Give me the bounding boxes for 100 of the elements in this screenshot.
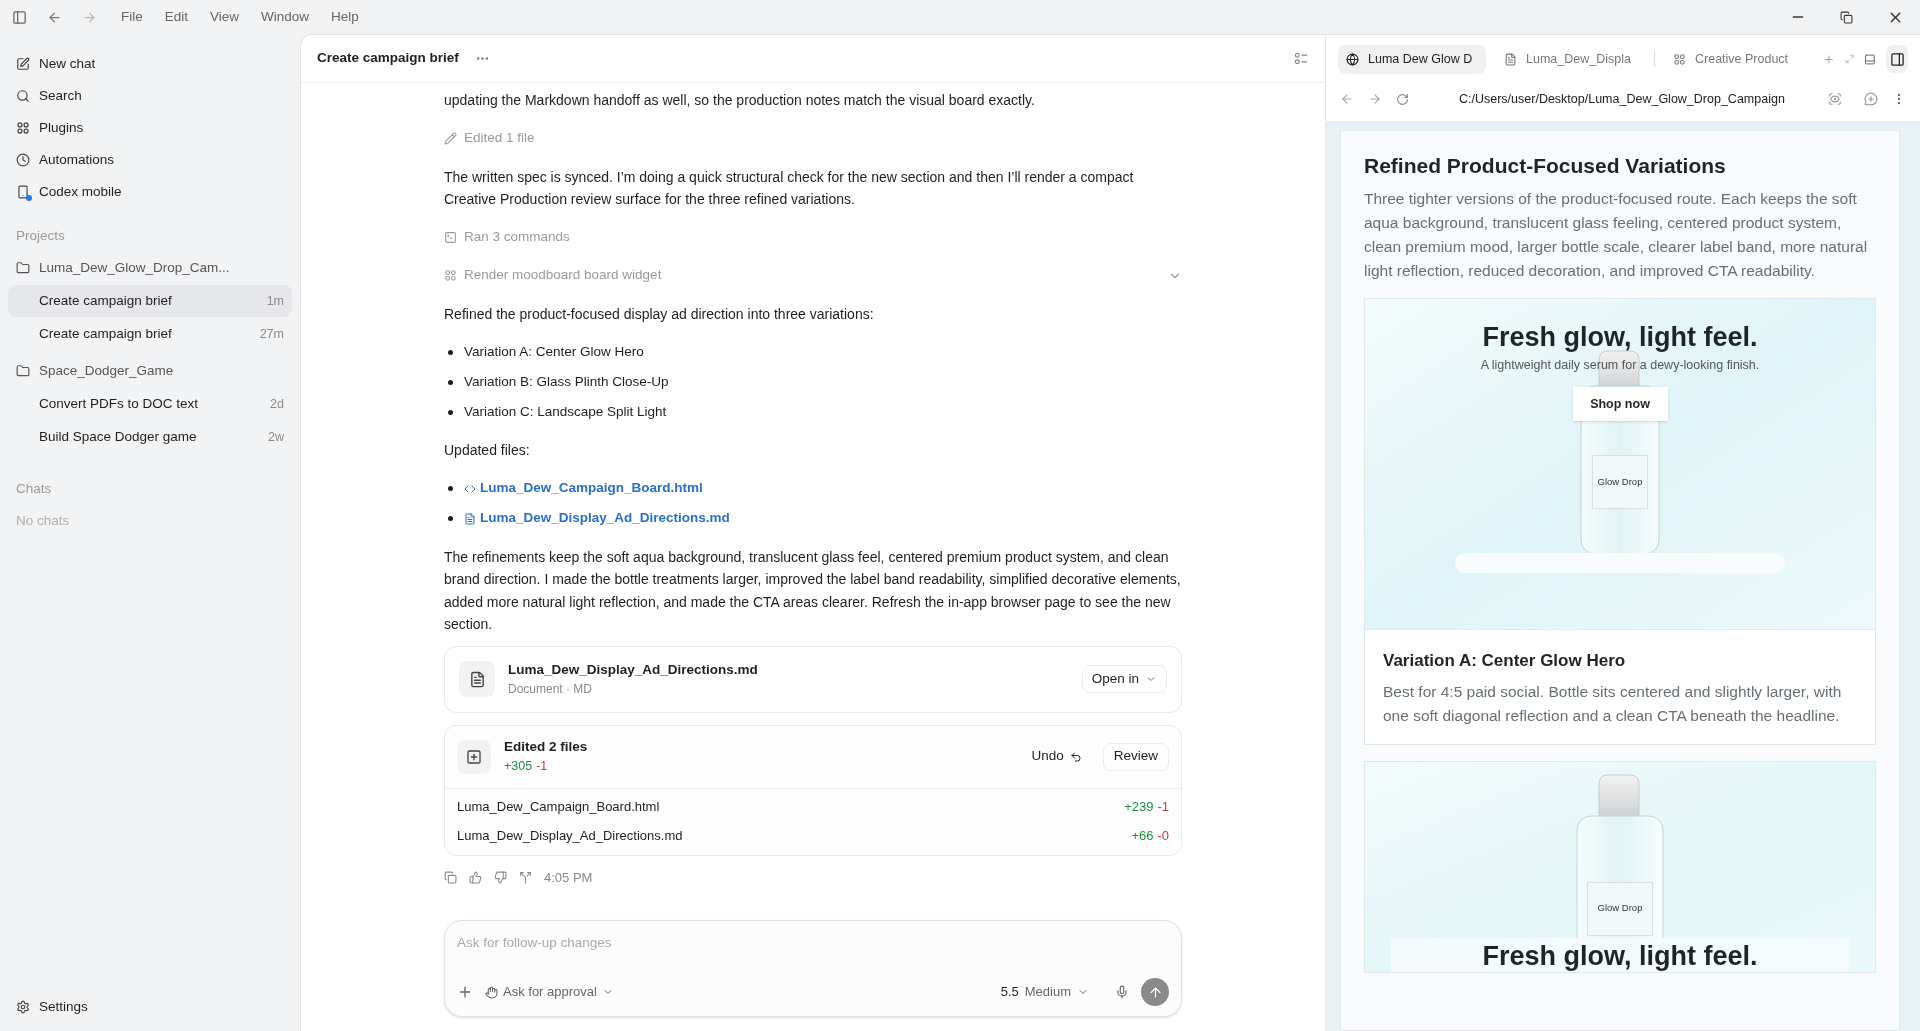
open-in-button[interactable]: Open in	[1081, 665, 1167, 693]
removed-count: -0	[1157, 827, 1169, 846]
address-field[interactable]: C:/Users/user/Desktop/Luma_Dew_Glow_Drop_Campaign	[1459, 89, 1785, 109]
sidebar-nav-item[interactable]: Automations	[8, 144, 292, 176]
expand-icon[interactable]	[1844, 53, 1855, 65]
menu-item[interactable]: Edit	[164, 6, 189, 28]
message-paragraph: updating the Markdown handoff as well, so the production notes match the visual board exactly.	[444, 91, 1036, 110]
forward-icon[interactable]	[1368, 92, 1382, 106]
terminal-icon	[444, 231, 457, 244]
restore-icon[interactable]	[1840, 10, 1853, 24]
pencil-icon	[444, 132, 457, 145]
sidebar-nav-item[interactable]: Codex mobile	[8, 176, 292, 208]
bullet-icon	[448, 409, 453, 415]
removed-count: -1	[1157, 798, 1169, 817]
thumbs-down-icon[interactable]	[494, 871, 507, 884]
bullet-icon	[448, 379, 453, 385]
review-button[interactable]: Review	[1102, 742, 1169, 771]
folder-icon	[16, 364, 30, 378]
sidebar-nav-item[interactable]: Search	[8, 80, 292, 112]
bullet-icon	[448, 486, 453, 491]
browser-tab[interactable]: Luma_Dew_Displa	[1496, 44, 1644, 74]
settings-icon	[16, 1000, 30, 1014]
shop-now-button[interactable]: Shop now	[1572, 387, 1668, 421]
sidebar-nav-item[interactable]: Plugins	[8, 112, 292, 144]
sidebar-nav-item[interactable]: New chat	[8, 48, 292, 80]
approval-dropdown[interactable]: Ask for approval	[485, 982, 614, 1002]
ad-subline: A lightweight daily serum for a dewy-looking finish.	[1480, 357, 1760, 373]
chat-age: 2d	[270, 395, 284, 413]
back-icon[interactable]	[47, 9, 62, 25]
globe-icon	[1346, 52, 1359, 66]
widget-icon	[1673, 52, 1686, 66]
bottle-label: Glow Drop	[1587, 881, 1653, 936]
message-paragraph: The refinements keep the soft aqua background, translucent glass feel, centered premium product system, and clean brand direction. I made the bottle treatments larger, improved the label band readability, simplified decorative elements, added more natural light reflection, and made the CTA areas clearer. Refresh the in-app browser page to see the new section.	[444, 547, 1182, 634]
widget-icon	[444, 269, 457, 282]
list-item: Variation C: Landscape Split Light	[464, 402, 667, 421]
right-panel-icon	[1889, 51, 1905, 67]
browser-tab[interactable]: Luma Dew Glow D	[1338, 44, 1486, 74]
undo-icon	[1069, 750, 1082, 763]
added-count: +66	[1131, 827, 1154, 846]
project-folder[interactable]: Luma_Dew_Glow_Drop_Cam...	[8, 252, 292, 284]
checklist-icon[interactable]	[1294, 51, 1309, 66]
changed-file-name[interactable]: Luma_Dew_Campaign_Board.html	[457, 797, 660, 817]
project-folder[interactable]: Space_Dodger_Game	[8, 355, 292, 387]
chat-item[interactable]: Create campaign brief 27m	[8, 318, 292, 350]
folder-icon	[16, 261, 30, 275]
menu-item[interactable]: Help	[331, 6, 359, 28]
list-item: Variation A: Center Glow Hero	[464, 342, 644, 361]
side-panel-toggle[interactable]	[1886, 45, 1908, 73]
bottle-label: Glow Drop	[1592, 455, 1648, 509]
comment-add-icon[interactable]	[1864, 92, 1878, 106]
sidebar-toggle-icon[interactable]	[12, 9, 27, 25]
add-icon[interactable]	[457, 984, 473, 1000]
thumbs-up-icon[interactable]	[469, 871, 482, 884]
page-intro: Three tighter versions of the product-focused route. Each keeps the soft aqua background, translucent glass feeling, centered product system, clean premium mood, larger bottle scale, clearer label band, more natural light reflection, reduced decoration, and improved CTA readability.	[1364, 189, 1869, 281]
added-count: +239	[1124, 798, 1154, 817]
edits-title: Edited 2 files	[504, 738, 588, 756]
browser-tab[interactable]: Creative Product	[1665, 44, 1813, 74]
menu-item[interactable]: File	[121, 6, 143, 28]
page-heading: Refined Product-Focused Variations	[1364, 153, 1727, 179]
variation-title: Variation A: Center Glow Hero	[1383, 650, 1627, 672]
send-button[interactable]	[1141, 978, 1169, 1006]
menu-item[interactable]: View	[210, 6, 240, 28]
back-icon[interactable]	[1340, 92, 1354, 106]
chat-age: 1m	[266, 292, 284, 310]
list-item: Variation B: Glass Plinth Close-Up	[464, 372, 669, 391]
document-icon	[468, 670, 486, 688]
chat-item[interactable]: Create campaign brief 1m	[8, 285, 292, 317]
copy-icon[interactable]	[444, 871, 457, 884]
new-chat-icon	[16, 57, 30, 71]
microphone-icon[interactable]	[1115, 985, 1129, 999]
settings-item[interactable]: Settings	[8, 991, 292, 1023]
chat-title: Convert PDFs to DOC text	[39, 394, 199, 413]
chat-title: Create campaign brief	[317, 49, 459, 68]
changed-file-name[interactable]: Luma_Dew_Display_Ad_Directions.md	[457, 826, 683, 846]
ad-headline: Fresh glow, light feel.	[1482, 939, 1758, 972]
message-paragraph: Updated files:	[444, 441, 531, 460]
scan-icon[interactable]	[1828, 92, 1842, 106]
reload-icon[interactable]	[1396, 92, 1409, 106]
file-link[interactable]: Luma_Dew_Campaign_Board.html	[464, 478, 703, 499]
bullet-icon	[448, 516, 453, 521]
search-icon	[16, 89, 30, 103]
chat-item[interactable]: Convert PDFs to DOC text 2d	[8, 388, 292, 420]
file-link[interactable]: Luma_Dew_Display_Ad_Directions.md	[464, 508, 730, 529]
chat-title: Build Space Dodger game	[39, 427, 197, 446]
chat-item[interactable]: Build Space Dodger game 2w	[8, 421, 292, 453]
bottom-panel-icon[interactable]	[1864, 51, 1876, 67]
file-meta: Document · MD	[508, 681, 594, 699]
menu-item[interactable]: Window	[261, 6, 310, 28]
file-name: Luma_Dew_Display_Ad_Directions.md	[508, 660, 758, 679]
model-dropdown[interactable]: 5.5 Medium	[1000, 982, 1089, 1002]
message-paragraph: Refined the product-focused display ad direction into three variations:	[444, 304, 875, 324]
fork-icon[interactable]	[519, 871, 532, 884]
variation-description: Best for 4:5 paid social. Bottle sits centered and slightly larger, with one soft diagonal reflection and a clean CTA beneath the headline.	[1383, 681, 1843, 726]
message-input[interactable]: Ask for follow-up changes	[457, 931, 1169, 953]
message-paragraph: The written spec is synced. I’m doing a quick structural check for the new section and then I’ll render a compact Creative Production review surface for the three refined variations.	[444, 167, 1135, 209]
undo-button[interactable]: Undo	[1023, 742, 1090, 771]
chat-title: Create campaign brief	[39, 291, 172, 310]
chat-age: 2w	[268, 428, 284, 446]
chat-title: Create campaign brief	[39, 324, 172, 343]
document-icon	[1504, 52, 1517, 66]
